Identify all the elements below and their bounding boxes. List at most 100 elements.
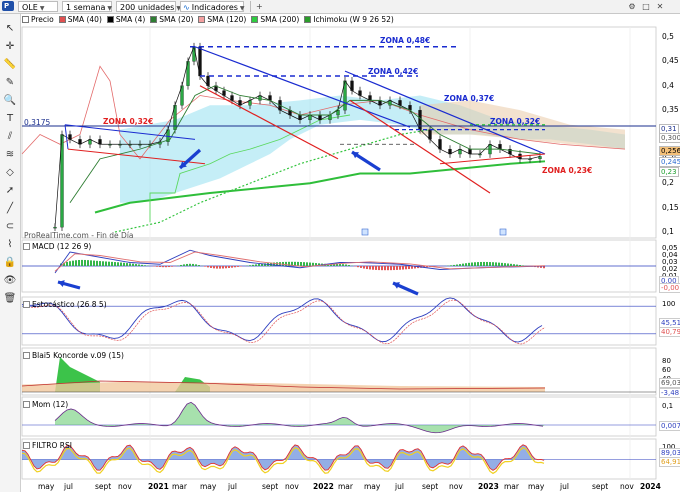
panel-toggle[interactable] [23, 442, 30, 449]
legend-item[interactable]: SMA (200) [251, 15, 299, 25]
macd-histogram-bar [405, 266, 407, 270]
macd-histogram-bar [132, 263, 134, 266]
macd-histogram-bar [90, 260, 92, 266]
macd-histogram-bar [213, 266, 215, 269]
panel-tick-label: 100 [662, 300, 676, 308]
macd-histogram-bar [342, 264, 344, 266]
macd-histogram-bar [189, 263, 191, 266]
ichimoku-cloud [120, 95, 625, 203]
chevron-down-icon: ▼ [39, 5, 45, 12]
macd-histogram-bar [84, 259, 86, 266]
legend-label: SMA (4) [115, 15, 146, 24]
pencil-icon[interactable]: ✎ [3, 76, 17, 90]
legend-item[interactable]: Precio [22, 15, 54, 25]
macd-histogram-bar [75, 260, 77, 266]
macd-histogram-bar [69, 261, 71, 266]
macd-histogram-bar [102, 261, 104, 266]
macd-histogram-bar [465, 263, 467, 266]
panel-title-momentum: Mom (12) [23, 400, 68, 409]
price-tick-label: 0,2 [662, 178, 674, 188]
legend-item[interactable]: SMA (20) [150, 15, 193, 25]
panel-title-macd: MACD (12 26 9) [23, 242, 91, 251]
panel-frame [21, 396, 657, 437]
close-icon[interactable]: ✕ [654, 1, 666, 12]
lock-icon[interactable]: 🔒 [3, 256, 17, 270]
period-selector[interactable]: 1 semana ▼ [62, 1, 112, 12]
crosshair-icon[interactable]: ✛ [3, 40, 17, 54]
legend-item[interactable]: SMA (120) [198, 15, 246, 25]
macd-histogram-bar [210, 266, 212, 268]
period-label: 1 semana [66, 3, 106, 12]
zoom-icon[interactable]: 🔍 [3, 94, 17, 108]
indicators-label: Indicadores [191, 3, 238, 12]
legend-label: SMA (120) [207, 15, 247, 24]
momentum-area [55, 402, 545, 433]
cursor-icon[interactable]: ↖ [3, 22, 17, 36]
macd-histogram-bar [369, 266, 371, 270]
macd-histogram-bar [225, 266, 227, 269]
dividend-marker [499, 228, 507, 236]
indicators-button[interactable]: ∿ Indicadores ▼ [180, 1, 245, 12]
price-tag: 0,256 [659, 146, 680, 156]
trash-icon[interactable]: 🗑 [3, 292, 17, 306]
units-selector[interactable]: 200 unidades ▼ [116, 1, 181, 12]
legend-item[interactable]: Ichimoku (W 9 26 52) [304, 15, 394, 25]
time-tick-label: nov [285, 482, 299, 491]
macd-histogram-bar [516, 264, 518, 266]
macd-histogram-bar [486, 261, 488, 266]
add-indicator-icon[interactable]: + [256, 1, 263, 12]
chevron-down-icon: ▼ [107, 5, 113, 12]
pattern-icon[interactable]: ⌇ [3, 238, 17, 252]
arrow-icon[interactable]: ➚ [3, 184, 17, 198]
settings-icon[interactable]: ⚙ [626, 1, 638, 12]
watermark: ProRealTime.com - Fin de Día [24, 231, 134, 240]
legend-item[interactable]: SMA (40) [58, 15, 102, 25]
macd-histogram-bar [237, 266, 239, 267]
macd-histogram-bar [435, 266, 437, 267]
panel-toggle[interactable] [23, 301, 30, 308]
panel-value-tag: 0,007 [659, 421, 680, 431]
macd-histogram-bar [87, 260, 89, 266]
text-icon[interactable]: T [3, 112, 17, 126]
chart-legend: Precio SMA (40) SMA (4) SMA (20) SMA (120) SM… [22, 15, 399, 25]
macd-histogram-bar [387, 266, 389, 271]
zone-label-042: ZONA 0,42€ [368, 67, 419, 76]
line-icon[interactable]: ╱ [3, 202, 17, 216]
macd-histogram-bar [384, 266, 386, 271]
macd-histogram-bar [450, 265, 452, 266]
app-logo-glyph: P [4, 2, 10, 10]
macd-histogram-bar [459, 264, 461, 266]
ruler-icon[interactable]: 📏 [3, 58, 17, 72]
macd-histogram-bar [471, 262, 473, 266]
symbol-selector[interactable]: OLE ▼ [18, 1, 58, 12]
maximize-icon[interactable]: □ [640, 1, 652, 12]
macd-histogram-bar [345, 264, 347, 266]
panel-toggle[interactable] [23, 243, 30, 250]
macd-histogram-bar [192, 263, 194, 266]
macd-histogram-bar [228, 266, 230, 269]
macd-histogram-bar [306, 262, 308, 266]
legend-swatch [150, 16, 158, 23]
macd-histogram-bar [519, 264, 521, 266]
zone-label-037: ZONA 0,37€ [444, 94, 495, 103]
legend-swatch [106, 16, 114, 23]
macd-histogram-bar [231, 266, 233, 268]
channel-icon[interactable]: ⫽ [3, 130, 17, 144]
shape-icon[interactable]: ◇ [3, 166, 17, 180]
legend-item[interactable]: SMA (4) [106, 15, 146, 25]
macd-signal-line [54, 251, 546, 272]
panel-value-tag: 40,79 [659, 327, 680, 337]
macd-histogram-bar [402, 266, 404, 270]
panel-toggle[interactable] [23, 352, 30, 359]
top-toolbar: P OLE ▼ 1 semana ▼ 200 unidades ▼ ∿ Indicado… [0, 0, 680, 14]
eye-icon[interactable]: 👁 [3, 274, 17, 288]
magnet-icon[interactable]: ⊂ [3, 220, 17, 234]
macd-histogram-bar [507, 263, 509, 266]
macd-histogram-bar [366, 266, 368, 270]
macd-histogram-bar [81, 259, 83, 266]
time-tick-label: sept [422, 482, 439, 491]
panel-toggle[interactable] [23, 401, 30, 408]
time-tick-label: mar [504, 482, 519, 491]
fibonacci-icon[interactable]: ≋ [3, 148, 17, 162]
macd-histogram-bar [108, 261, 110, 266]
